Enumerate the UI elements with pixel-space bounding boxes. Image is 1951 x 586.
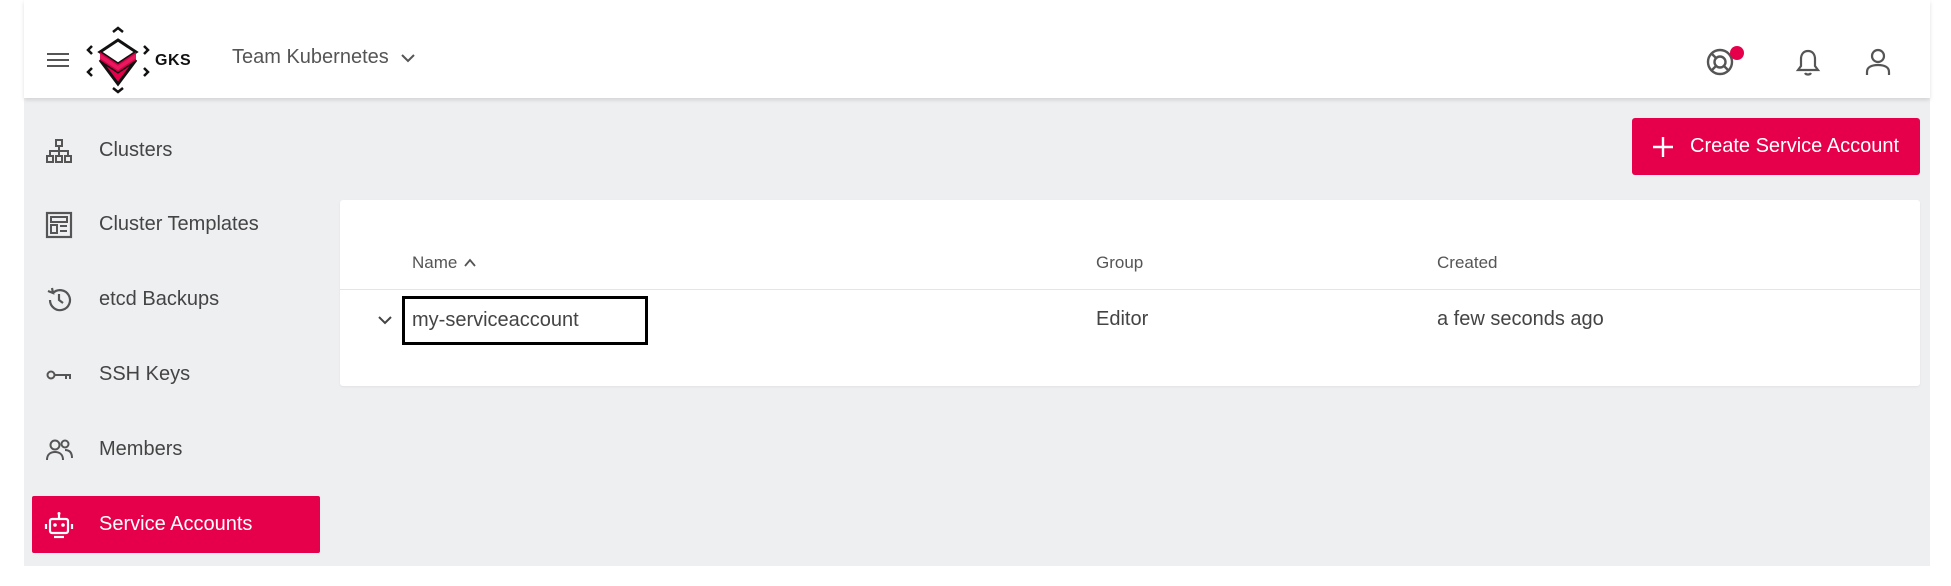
key-icon	[44, 360, 74, 390]
menu-icon[interactable]	[46, 48, 70, 72]
plus-icon	[1653, 136, 1673, 157]
create-service-account-button[interactable]: Create Service Account	[1632, 118, 1920, 175]
service-account-group-cell: Editor	[1096, 308, 1149, 330]
notification-badge	[1730, 46, 1744, 60]
sidebar-item-label: SSH Keys	[99, 363, 191, 385]
sidebar-item-etcd-backups[interactable]: etcd Backups	[32, 271, 320, 328]
column-header-created: Created	[1437, 253, 1498, 272]
expand-row-chevron-icon[interactable]	[375, 310, 395, 330]
template-icon	[44, 210, 74, 240]
service-accounts-table: Name Group Created my-serviceaccount Edi…	[340, 200, 1920, 386]
sidebar-item-service-accounts[interactable]: Service Accounts	[32, 496, 320, 553]
service-account-created-cell: a few seconds ago	[1437, 308, 1604, 330]
create-button-label: Create Service Account	[1690, 135, 1899, 157]
sidebar-item-label: Service Accounts	[99, 513, 253, 535]
project-selector[interactable]: Team Kubernetes	[232, 46, 417, 69]
sidebar-item-cluster-templates[interactable]: Cluster Templates	[32, 196, 320, 253]
content-area: Clusters Cluster Templates etcd Backups …	[24, 98, 1930, 566]
sidebar-item-label: Members	[99, 438, 183, 460]
sitemap-icon	[44, 136, 74, 166]
sidebar-item-label: Clusters	[99, 139, 173, 161]
sidebar-item-members[interactable]: Members	[32, 421, 320, 478]
column-header-group: Group	[1096, 253, 1144, 272]
sidebar-item-label: etcd Backups	[99, 288, 220, 310]
robot-icon	[44, 510, 74, 540]
sidebar-item-ssh-keys[interactable]: SSH Keys	[32, 346, 320, 403]
user-icon[interactable]	[1862, 46, 1894, 78]
history-icon	[44, 285, 74, 315]
project-name: Team Kubernetes	[232, 46, 389, 68]
header-divider	[340, 289, 1920, 290]
gks-logo-icon[interactable]	[86, 26, 150, 94]
logo-text: GKS	[155, 52, 192, 69]
column-header-name[interactable]: Name	[412, 253, 477, 273]
sort-ascending-icon	[464, 258, 477, 267]
members-icon	[44, 435, 74, 465]
sidebar-item-clusters[interactable]: Clusters	[32, 122, 320, 179]
service-account-name-cell[interactable]: my-serviceaccount	[402, 296, 648, 345]
chevron-down-icon	[401, 53, 415, 62]
top-bar: GKS Team Kubernetes	[24, 0, 1930, 98]
sidebar-item-label: Cluster Templates	[99, 213, 259, 235]
app-frame: GKS Team Kubernetes Clusters Cluster Tem…	[24, 0, 1930, 566]
bell-icon[interactable]	[1792, 46, 1824, 78]
sidebar: Clusters Cluster Templates etcd Backups …	[24, 98, 324, 566]
